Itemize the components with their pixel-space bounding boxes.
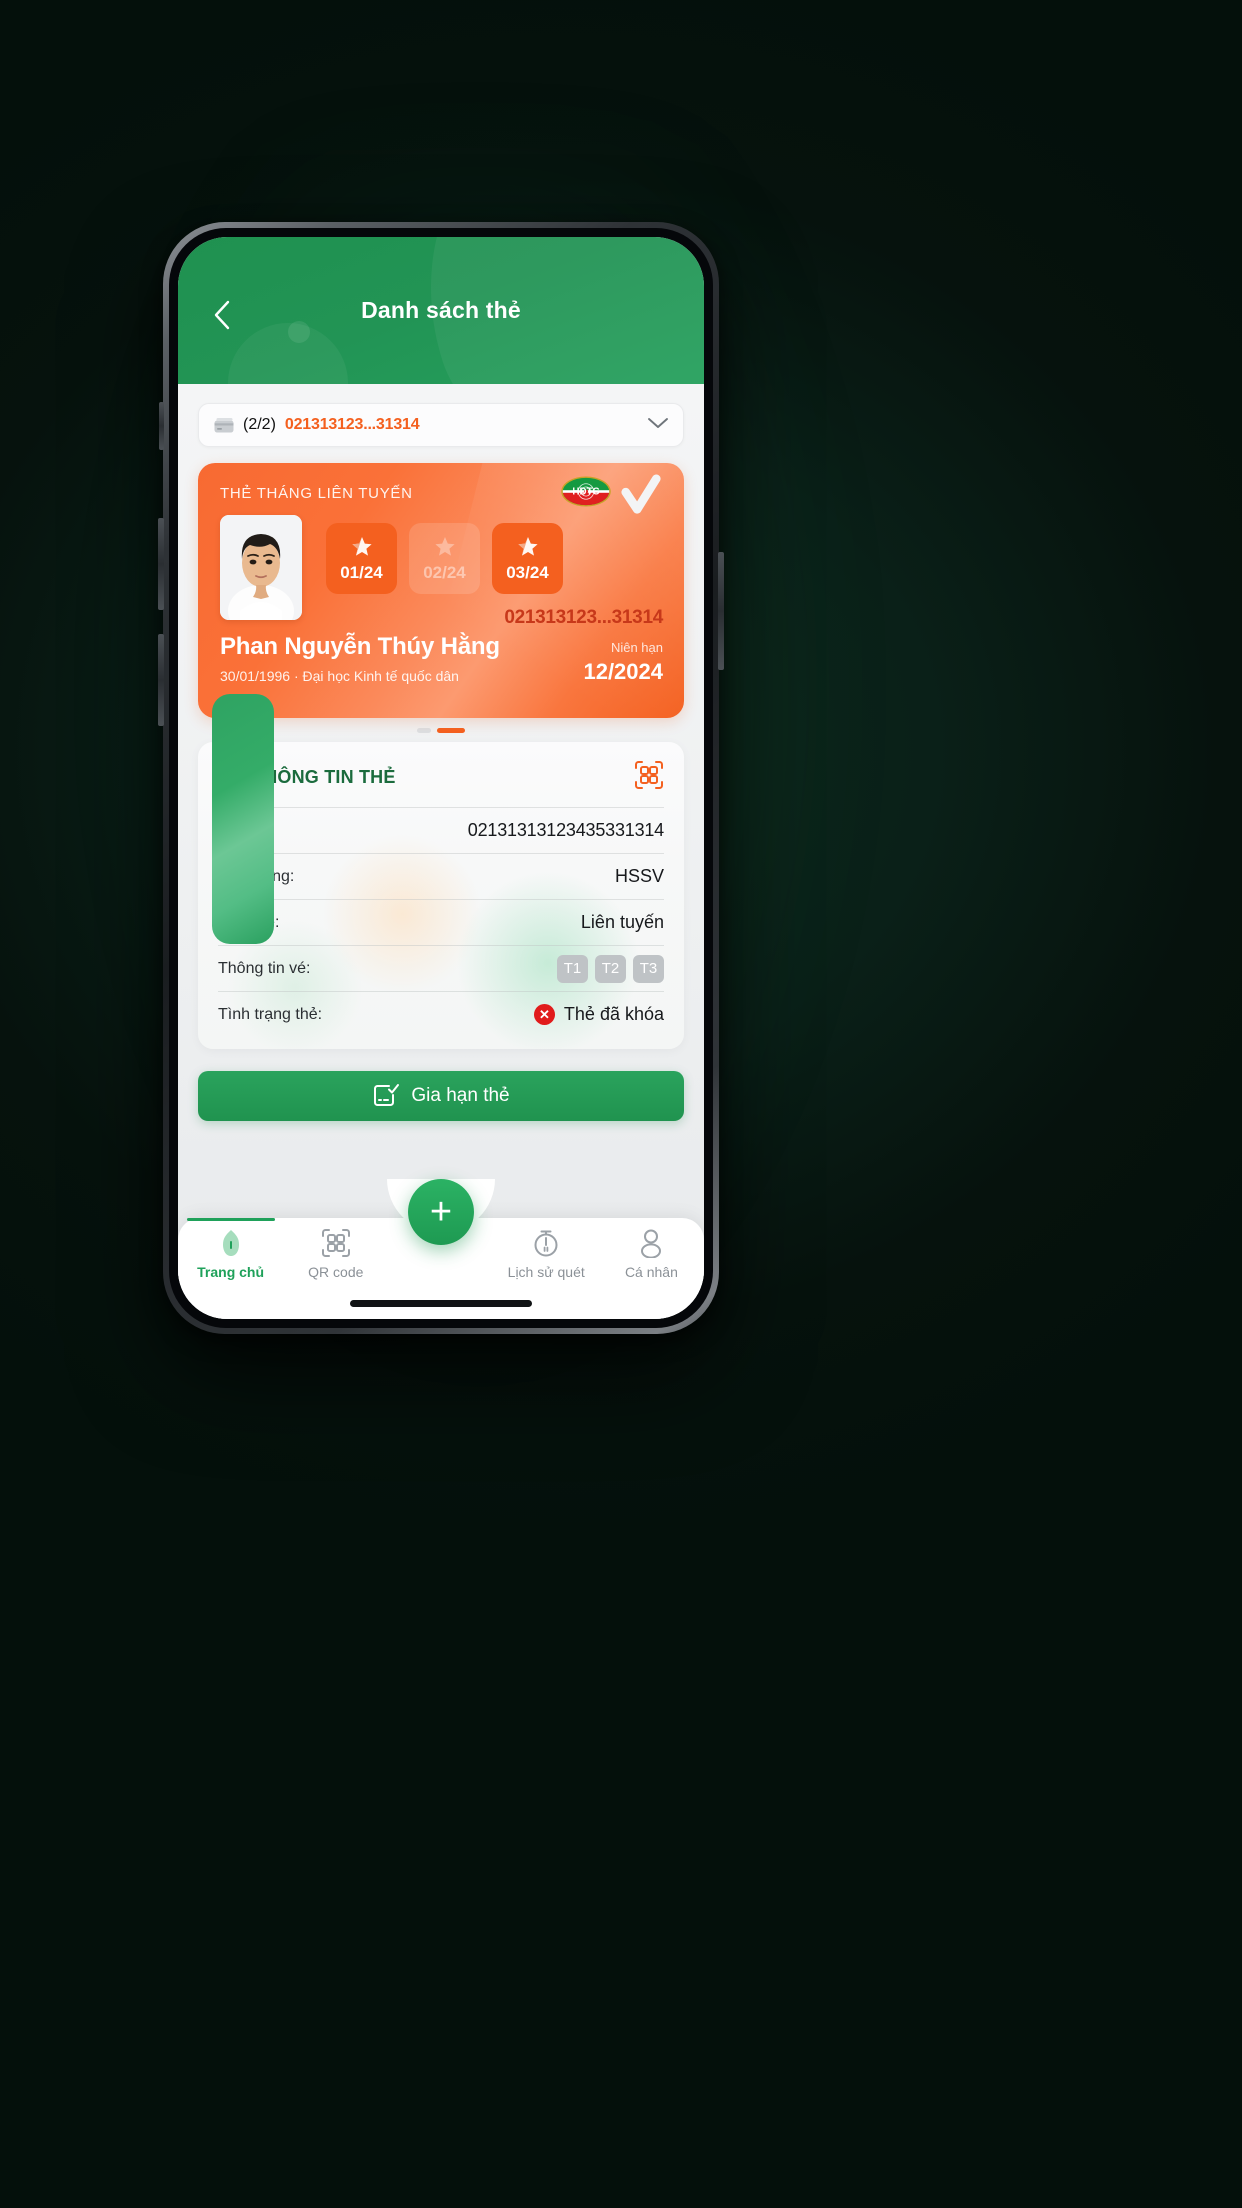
nav-label: QR code	[308, 1264, 364, 1280]
card-holder-name: Phan Nguyễn Thúy Hằng	[220, 633, 500, 660]
month-badge[interactable]: 02/24	[409, 523, 480, 594]
avatar	[220, 515, 302, 620]
renew-card-label: Gia hạn thẻ	[411, 1085, 510, 1106]
ticket-card[interactable]: THẺ THÁNG LIÊN TUYẾN HĐTC 01/24 02/24 03…	[198, 463, 684, 718]
ticket-card-number: 021313123...31314	[504, 607, 663, 628]
status-text: Thẻ đã khóa	[563, 1004, 664, 1024]
month-badge-label: 01/24	[340, 562, 383, 582]
pager-dot[interactable]	[417, 728, 431, 733]
carousel-peek-card[interactable]	[212, 694, 274, 944]
qr-code-button[interactable]	[634, 760, 664, 795]
nav-active-indicator	[186, 1218, 275, 1221]
phone-screen: Danh sách thẻ (2/2) 021313123...31314 TH…	[178, 237, 704, 1319]
nav-label: Cá nhân	[624, 1264, 678, 1280]
ticket-chips: T1 T2 T3	[557, 954, 664, 983]
app-header: Danh sách thẻ	[178, 237, 704, 384]
month-badge[interactable]: 03/24	[492, 523, 563, 594]
nav-item-qr-code[interactable]: QR code	[283, 1228, 388, 1280]
card-selector-count: (2/2)	[243, 416, 276, 433]
page-title: Danh sách thẻ	[361, 297, 521, 323]
info-label: Tình trạng thẻ:	[218, 1005, 323, 1023]
x-circle-icon: ✕	[533, 1004, 555, 1025]
nav-item-home[interactable]: Trang chủ	[178, 1218, 283, 1280]
info-label: Thông tin vé:	[218, 959, 311, 977]
status-badge: ✕ Thẻ đã khóa	[533, 1004, 664, 1025]
person-icon	[641, 1229, 662, 1258]
plus-icon: +	[429, 1191, 453, 1233]
info-row-card-type: Loại thẻ: Liên tuyến	[218, 899, 664, 945]
chevron-down-icon	[647, 416, 669, 435]
ticket-expiry-value: 12/2024	[583, 659, 663, 684]
star-pin-icon	[517, 536, 538, 556]
info-row-ticket-info: Thông tin vé: T1 T2 T3	[218, 945, 664, 991]
phone-bezel: Danh sách thẻ (2/2) 021313123...31314 TH…	[169, 228, 713, 1328]
device-button-power[interactable]	[718, 552, 724, 670]
pager-dot-active[interactable]	[437, 728, 465, 733]
device-button-volume-up[interactable]	[158, 518, 164, 610]
header-decoration-dot	[288, 321, 310, 343]
info-value: 02131313123435331314	[467, 820, 664, 840]
info-row-card-status: Tình trạng thẻ: ✕ Thẻ đã khóa	[218, 991, 664, 1037]
home-icon	[222, 1230, 239, 1256]
month-badge-label: 03/24	[506, 562, 549, 582]
info-value: HSSV	[614, 866, 664, 886]
user-photo	[220, 515, 302, 620]
hdtc-logo: HĐTC	[561, 476, 611, 507]
card-check-icon	[374, 1084, 400, 1106]
card-holder-details: 30/01/1996 · Đại học Kinh tế quốc dân	[220, 668, 459, 684]
main-content: (2/2) 021313123...31314 THẺ THÁNG LIÊN T…	[178, 384, 704, 1319]
card-selector-dropdown[interactable]: (2/2) 021313123...31314	[198, 403, 684, 447]
ticket-chip[interactable]: T2	[595, 954, 626, 983]
month-badges: 01/24 02/24 03/24	[326, 523, 563, 594]
qr-code-icon	[635, 761, 663, 789]
nav-label: Lịch sử quét	[507, 1264, 585, 1280]
add-card-fab[interactable]: +	[408, 1179, 474, 1245]
timer-icon	[534, 1230, 558, 1257]
info-row-card-code: Mã thẻ: 02131313123435331314	[218, 807, 664, 853]
star-pin-icon	[351, 536, 372, 556]
ticket-expiry-label: Niên hạn	[610, 640, 663, 655]
svg-text:HĐTC: HĐTC	[572, 487, 599, 498]
info-row-subject: Đối tượng: HSSV	[218, 853, 664, 899]
device-button-volume-down[interactable]	[158, 634, 164, 726]
check-icon	[621, 474, 661, 514]
month-badge[interactable]: 01/24	[326, 523, 397, 594]
ticket-card-title: THẺ THÁNG LIÊN TUYẾN	[220, 485, 413, 502]
nav-item-profile[interactable]: Cá nhân	[599, 1228, 704, 1280]
star-pin-icon	[434, 536, 455, 556]
ticket-chip[interactable]: T1	[557, 954, 588, 983]
card-selector-number: 021313123...31314	[284, 416, 420, 433]
month-badge-label: 02/24	[423, 562, 466, 582]
nav-label: Trang chủ	[197, 1264, 265, 1280]
renew-card-button[interactable]: Gia hạn thẻ	[198, 1071, 684, 1121]
card-icon	[214, 418, 234, 433]
card-info-header: THÔNG TIN THẺ	[218, 760, 664, 795]
nav-item-scan-history[interactable]: Lịch sử quét	[494, 1228, 599, 1280]
card-info-title: THÔNG TIN THẺ	[253, 767, 396, 787]
phone-device: Danh sách thẻ (2/2) 021313123...31314 TH…	[158, 222, 724, 1334]
ticket-chip[interactable]: T3	[633, 954, 664, 983]
home-indicator	[350, 1300, 532, 1307]
device-button-silent[interactable]	[159, 402, 164, 450]
info-value: Liên tuyến	[580, 912, 664, 932]
qr-code-icon	[321, 1229, 350, 1257]
